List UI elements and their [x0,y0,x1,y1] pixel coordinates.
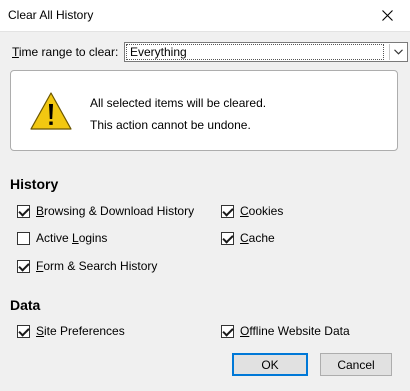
checkbox-box[interactable] [221,231,234,245]
checkbox-label: Offline Website Data [240,324,350,338]
time-range-value: Everything [126,44,384,60]
checkbox-label: Active Logins [36,231,108,245]
checkbox-cache[interactable]: Cache [221,230,275,246]
checkbox-box[interactable] [17,231,30,245]
checkbox-label: Site Preferences [36,324,125,338]
checkbox-active-logins[interactable]: Active Logins [17,230,107,246]
checkbox-box[interactable] [17,324,30,338]
title-bar: Clear All History [0,0,410,32]
close-button[interactable] [364,0,410,31]
warning-text-2: This action cannot be undone. [90,118,251,132]
cancel-button[interactable]: Cancel [320,353,392,376]
checkbox-cookies[interactable]: Cookies [221,203,283,219]
checkbox-form-search-history[interactable]: Form & Search History [17,258,157,274]
close-icon [381,10,393,21]
time-range-label: Time range to clear: [12,45,119,59]
warning-text-1: All selected items will be cleared. [90,96,267,110]
checkbox-box[interactable] [17,204,30,218]
checkbox-label: Form & Search History [36,259,158,273]
checkbox-box[interactable] [221,204,234,218]
checkbox-box[interactable] [221,324,234,338]
warning-panel: All selected items will be cleared. This… [10,70,398,151]
checkbox-browsing-download-history[interactable]: Browsing & Download History [17,203,194,219]
checkbox-offline-website-data[interactable]: Offline Website Data [221,323,350,339]
data-heading: Data [10,297,41,313]
checkbox-site-preferences[interactable]: Site Preferences [17,323,125,339]
history-heading: History [10,176,59,192]
checkbox-label: Cookies [240,204,284,218]
dropdown-button[interactable] [389,44,406,60]
time-range-select[interactable]: Everything [124,42,408,62]
checkbox-label: Cache [240,231,275,245]
ok-button[interactable]: OK [232,353,308,376]
time-range-row: Time range to clear: Everything [10,42,408,62]
window-title: Clear All History [8,8,94,22]
checkbox-label: Browsing & Download History [36,204,195,218]
chevron-down-icon [393,49,403,55]
checkbox-box[interactable] [17,259,30,273]
warning-icon [30,92,72,130]
